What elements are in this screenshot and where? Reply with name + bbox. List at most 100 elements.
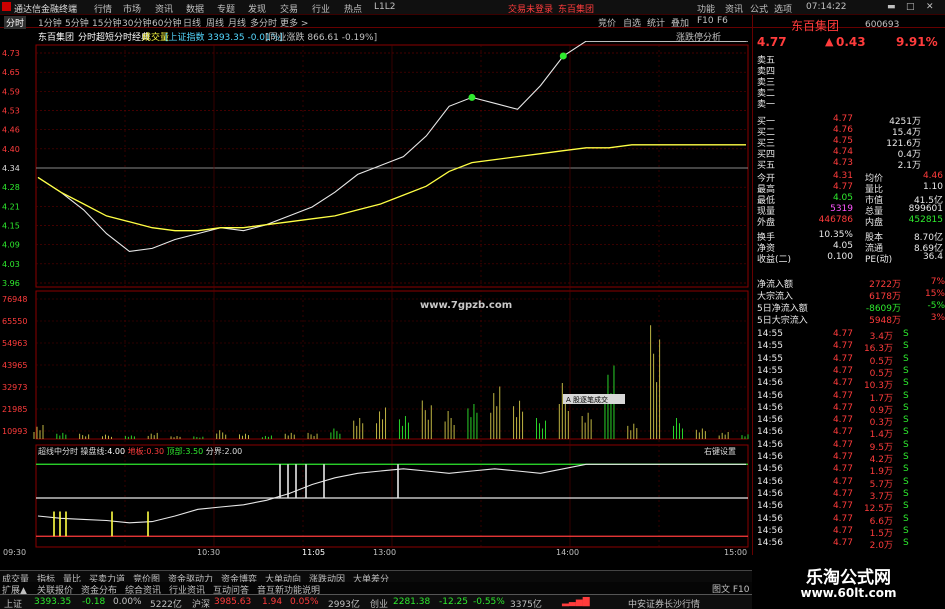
quote-change: 0.43 bbox=[836, 35, 866, 49]
tab-month[interactable]: 月线 bbox=[228, 16, 246, 29]
menu-shichang[interactable]: 市场 bbox=[123, 2, 141, 15]
flow-row-cell: 3% bbox=[930, 313, 945, 323]
tick-row: 14:55 4.77 3.4万 S bbox=[753, 329, 945, 342]
current-stock-link[interactable]: 东百集团 bbox=[558, 2, 594, 15]
menu-hangye[interactable]: 行业 bbox=[312, 2, 330, 15]
tab-15min[interactable]: 15分钟 bbox=[92, 16, 121, 29]
tick-row-cell: S bbox=[903, 427, 909, 438]
stat-row-cell: PE(动) bbox=[865, 255, 893, 265]
tick-row-cell: 2.0万 bbox=[869, 541, 893, 552]
idx1-name[interactable]: 上证 bbox=[4, 597, 22, 609]
menu-shuju[interactable]: 数据 bbox=[186, 2, 204, 15]
intraday-chart[interactable]: 4.7310.14%4.658.69%4.597.24%4.535.79%4.4… bbox=[0, 41, 750, 555]
tick-row-cell: 4.77 bbox=[832, 476, 853, 487]
time-tick-label: 10:30 bbox=[197, 548, 220, 555]
close-icon[interactable]: ✕ bbox=[926, 2, 934, 12]
tick-row-cell: 4.77 bbox=[832, 341, 853, 352]
menu-l1l2[interactable]: L1L2 bbox=[374, 2, 395, 12]
tick-row-cell: S bbox=[903, 501, 909, 512]
tool-zixuan[interactable]: 自选 bbox=[623, 16, 641, 29]
chart-info-bar: 东百集团 分时 超短分时经典 成交量 [上证指数 3393.35 -0.01%]… bbox=[0, 29, 750, 43]
tick-row: 14:56 4.77 0.3万 S bbox=[753, 415, 945, 428]
idx2-amt: 2993亿 bbox=[328, 600, 360, 609]
tab-multi[interactable]: 多分时 bbox=[250, 16, 277, 29]
stat-row-cell: 899601 bbox=[908, 204, 943, 214]
quote-name: 东百集团 bbox=[791, 19, 840, 33]
stat-row-cell: 内盘 bbox=[865, 218, 884, 228]
menu-zhuanti[interactable]: 专题 bbox=[217, 2, 235, 15]
tick-row-cell: 1.9万 bbox=[869, 467, 893, 478]
broker-name[interactable]: 中安证券长沙行情 bbox=[628, 597, 700, 609]
tick-row: 14:56 4.77 0.9万 S bbox=[753, 402, 945, 416]
idx1-pct: 0.00% bbox=[113, 597, 142, 607]
menu-zixun-right[interactable]: 资讯 bbox=[725, 2, 743, 15]
stat-row-cell: 10.35% bbox=[818, 230, 853, 240]
idx1-amt: 5222亿 bbox=[150, 600, 182, 609]
idx2-name[interactable]: 沪深 bbox=[192, 597, 210, 609]
sub-settings: 右键设置 bbox=[704, 446, 736, 456]
menu-zixun[interactable]: 资讯 bbox=[155, 2, 173, 15]
minimize-icon[interactable]: ▬ bbox=[887, 2, 896, 12]
up-arrow-icon: ▲ bbox=[825, 35, 834, 48]
tool-f6[interactable]: F6 bbox=[717, 16, 728, 26]
tool-jingjia[interactable]: 竞价 bbox=[598, 16, 616, 29]
tab-30min[interactable]: 30分钟 bbox=[122, 16, 151, 29]
idx3-name[interactable]: 创业 bbox=[370, 597, 388, 609]
flow-row: 5日大宗流入 5948万 3% bbox=[753, 313, 945, 326]
tab-5min[interactable]: 5分钟 bbox=[65, 16, 89, 29]
tick-row-cell: S bbox=[903, 439, 909, 450]
tab-60min[interactable]: 60分钟 bbox=[152, 16, 181, 29]
tick-row-cell: 14:55 bbox=[757, 353, 783, 364]
menu-gongshi[interactable]: 公式 bbox=[750, 2, 768, 15]
price-tick-label: 4.15 bbox=[2, 222, 20, 231]
menu-faxian[interactable]: 发现 bbox=[248, 2, 266, 15]
stat-row-cell: 4.05 bbox=[832, 193, 853, 203]
tick-row-cell: 14:56 bbox=[757, 427, 783, 438]
volume-tick-label: 32973 bbox=[2, 383, 27, 392]
app-logo-icon bbox=[2, 2, 11, 11]
bid-row-cell: 4.76 bbox=[832, 125, 853, 135]
quote-price-row: 4.77 ▲ 0.43 9.91% bbox=[753, 35, 945, 49]
tick-row: 14:56 4.77 10.3万 S bbox=[753, 378, 945, 391]
tick-row: 14:56 4.77 1.7万 S bbox=[753, 391, 945, 404]
flow-row-cell: -5% bbox=[927, 301, 945, 311]
extension-tabs: 扩展▲ 关联报价 资金分布 综合资讯 行业资讯 互动问答 音互新功能说明 bbox=[0, 582, 752, 596]
legend-part: 超线中分时 bbox=[38, 446, 78, 456]
flow-row: 大宗流入 6178万 15% bbox=[753, 289, 945, 302]
menu-hangqing[interactable]: 行情 bbox=[94, 2, 112, 15]
stat-row-cell: 外盘 bbox=[757, 218, 776, 228]
tick-row: 14:56 4.77 12.5万 S bbox=[753, 501, 945, 514]
tick-row-cell: 16.3万 bbox=[863, 344, 893, 355]
tool-diejia[interactable]: 叠加 bbox=[671, 16, 689, 29]
format-label[interactable]: 图文 F10 bbox=[712, 582, 752, 595]
tab-1min[interactable]: 1分钟 bbox=[38, 16, 62, 29]
tab-day[interactable]: 日线 bbox=[183, 16, 201, 29]
bid-row-cell: 4.73 bbox=[832, 158, 853, 168]
signal-dot bbox=[559, 52, 567, 60]
tool-f10[interactable]: F10 bbox=[697, 16, 714, 26]
tick-row-cell: 4.77 bbox=[832, 427, 853, 438]
tick-row-cell: 14:56 bbox=[757, 513, 783, 524]
menu-xuanxiang[interactable]: 选项 bbox=[774, 2, 792, 15]
tab-week[interactable]: 周线 bbox=[206, 16, 224, 29]
flow-row-cell: 15% bbox=[924, 289, 945, 299]
menu-redian[interactable]: 热点 bbox=[344, 2, 362, 15]
tick-row-cell: S bbox=[903, 329, 909, 339]
price-tick-label: 4.34 bbox=[2, 164, 20, 173]
tick-row: 14:55 4.77 0.5万 S bbox=[753, 366, 945, 379]
legend-part: 3.50 bbox=[185, 447, 203, 456]
volume-tick-label: 10993 bbox=[2, 427, 27, 436]
maximize-icon[interactable]: □ bbox=[906, 2, 915, 12]
trade-login-link[interactable]: 交易未登录 bbox=[508, 2, 553, 15]
tab-more[interactable]: 更多 > bbox=[280, 16, 308, 29]
app-title: 通达信金融终端 bbox=[14, 5, 78, 15]
tick-row: 14:56 4.77 3.7万 S bbox=[753, 488, 945, 502]
menu-gongneng[interactable]: 功能 bbox=[697, 2, 715, 15]
tab-fenshi[interactable]: 分时 bbox=[4, 16, 27, 29]
price-tick-label: 4.09 bbox=[2, 241, 20, 250]
tool-tongji[interactable]: 统计 bbox=[647, 16, 665, 29]
tick-row-cell: 4.77 bbox=[832, 402, 853, 413]
stat-row-cell: 1.10 bbox=[922, 182, 943, 192]
tick-row-cell: 14:56 bbox=[757, 488, 783, 499]
menu-jiaoyi[interactable]: 交易 bbox=[280, 2, 298, 15]
